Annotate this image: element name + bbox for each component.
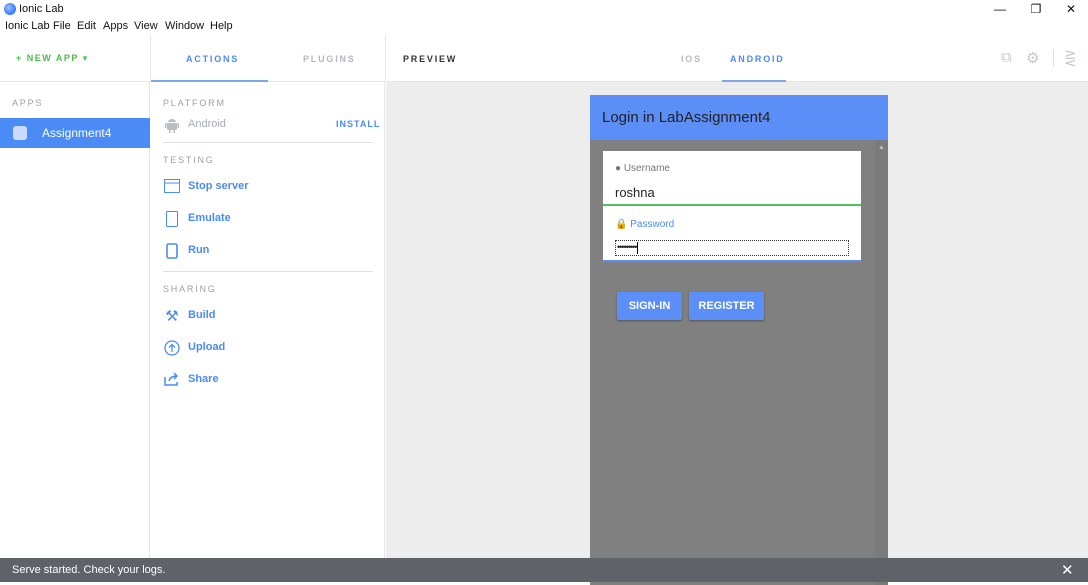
app-item-label: Assignment4: [42, 126, 112, 140]
apps-sidebar: APPS Assignment4: [0, 82, 150, 558]
divider: [163, 142, 373, 143]
device-header: Login in LabAssignment4: [590, 95, 888, 140]
browser-window-icon: [163, 179, 181, 197]
menu-window[interactable]: Window: [165, 20, 204, 32]
window-titlebar: Ionic Lab — ❐ ✕: [0, 0, 1088, 18]
text-caret: [637, 241, 639, 254]
user-icon: ●: [615, 163, 622, 174]
password-label-row: 🔒 Password: [615, 219, 674, 230]
tab-plugins[interactable]: PLUGINS: [303, 54, 356, 64]
divider: [385, 35, 386, 82]
divider: [1053, 49, 1054, 67]
device-page-title: Login in LabAssignment4: [602, 109, 771, 126]
divider: [150, 35, 151, 82]
share-icon: [163, 372, 181, 390]
new-app-button[interactable]: + NEW APP ▾: [16, 53, 89, 64]
android-device-preview: Login in LabAssignment4 ▲ ● Username ros…: [590, 95, 888, 585]
status-bar: Serve started. Check your logs. ✕: [0, 558, 1088, 582]
build-label: Build: [188, 309, 216, 321]
divider: [163, 271, 373, 272]
window-title: Ionic Lab: [19, 3, 64, 15]
scroll-up-icon[interactable]: ▲: [878, 144, 885, 151]
menu-ionic-lab[interactable]: Ionic Lab: [5, 20, 50, 32]
tablet-icon: [163, 211, 181, 229]
menu-edit[interactable]: Edit: [77, 20, 96, 32]
status-close-icon[interactable]: ✕: [1061, 561, 1074, 579]
preview-label: PREVIEW: [403, 54, 458, 64]
tab-actions[interactable]: ACTIONS: [186, 54, 239, 64]
upload-icon: [163, 340, 181, 358]
android-icon: [163, 117, 181, 135]
username-label: Username: [623, 163, 670, 174]
phone-icon: [163, 243, 181, 261]
username-label-row: ● Username: [615, 163, 670, 174]
restore-button[interactable]: ❐: [1018, 0, 1054, 18]
app-item-assignment4[interactable]: Assignment4: [0, 118, 150, 148]
username-input[interactable]: roshna: [615, 185, 655, 200]
share-label: Share: [188, 373, 219, 385]
platform-label: Android: [188, 118, 226, 130]
status-message: Serve started. Check your logs.: [12, 564, 166, 576]
platform-section-label: PLATFORM: [163, 98, 226, 108]
close-window-button[interactable]: ✕: [1053, 0, 1088, 18]
password-input[interactable]: •••••••••: [615, 240, 849, 256]
tab-android[interactable]: ANDROID: [730, 54, 785, 64]
upload-label: Upload: [188, 341, 226, 353]
install-link[interactable]: INSTALL: [336, 119, 380, 129]
open-external-icon[interactable]: ⧉: [1001, 49, 1012, 66]
actions-panel: PLATFORM Android INSTALL TESTING Stop se…: [151, 82, 385, 558]
apps-section-label: APPS: [12, 98, 44, 108]
menu-apps[interactable]: Apps: [103, 20, 128, 32]
minimize-button[interactable]: —: [982, 0, 1018, 18]
settings-icon[interactable]: ⚙: [1026, 49, 1039, 67]
login-form-card: ● Username roshna 🔒 Password •••••••••: [603, 151, 861, 262]
sharing-section-label: SHARING: [163, 284, 217, 294]
stop-server-label: Stop server: [188, 180, 249, 192]
menu-view[interactable]: View: [134, 20, 158, 32]
menu-bar: Ionic Lab File Edit Apps View Window Hel…: [0, 18, 1088, 35]
tab-ios[interactable]: IOS: [681, 54, 702, 64]
username-underline: [603, 204, 861, 206]
emulate-label: Emulate: [188, 212, 231, 224]
password-value: •••••••••: [617, 242, 637, 252]
preview-area: Login in LabAssignment4 ▲ ● Username ros…: [386, 82, 1088, 585]
menu-help[interactable]: Help: [210, 20, 233, 32]
register-button[interactable]: REGISTER: [689, 292, 764, 320]
run-label: Run: [188, 244, 210, 256]
app-header: + NEW APP ▾ ACTIONS PLUGINS PREVIEW IOS …: [0, 35, 1088, 82]
collapse-panel-icon[interactable]: ⋛: [1064, 49, 1077, 67]
password-label: Password: [630, 219, 675, 230]
device-scrollbar[interactable]: ▲: [875, 140, 888, 585]
sign-in-button[interactable]: SIGN-IN: [617, 292, 682, 320]
app-icon: [13, 126, 27, 140]
tools-icon: ⚒: [165, 308, 179, 325]
testing-section-label: TESTING: [163, 155, 215, 165]
lock-icon: 🔒: [615, 219, 628, 230]
ionic-app-icon: [4, 3, 16, 15]
menu-file[interactable]: File: [53, 20, 71, 32]
